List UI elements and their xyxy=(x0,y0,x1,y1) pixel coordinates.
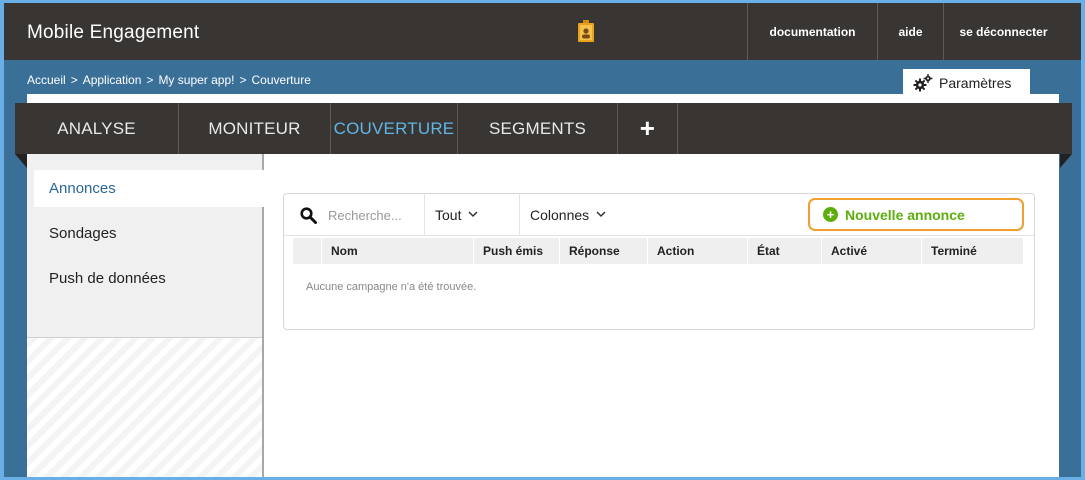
campaign-panel: Tout Colonnes + Nouvelle annonce xyxy=(283,193,1035,330)
table-header-cell[interactable]: Activé xyxy=(821,238,921,264)
gears-icon xyxy=(913,73,933,91)
chevron-down-icon xyxy=(596,211,606,218)
table-header-cell[interactable]: Nom xyxy=(321,238,473,264)
breadcrumb-app[interactable]: My super app! xyxy=(158,73,234,87)
new-announcement-button[interactable]: + Nouvelle annonce xyxy=(808,198,1024,231)
sidebar-menu: Annonces Sondages Push de données xyxy=(27,154,264,338)
documentation-link[interactable]: documentation xyxy=(747,3,877,60)
empty-table-message: Aucune campagne n'a été trouvée. xyxy=(306,281,477,293)
campaign-toolbar: Tout Colonnes + Nouvelle annonce xyxy=(284,194,1034,236)
main-nav: ANALYSE MONITEUR COUVERTURE SEGMENTS + xyxy=(15,103,1072,154)
sidebar-item-annonces[interactable]: Annonces xyxy=(34,170,264,207)
plus-circle-icon: + xyxy=(823,207,838,222)
settings-button[interactable]: Paramètres xyxy=(903,69,1030,96)
tab-analyse[interactable]: ANALYSE xyxy=(15,103,179,154)
chevron-down-icon xyxy=(468,211,478,218)
table-header-cell[interactable]: Push émis xyxy=(473,238,559,264)
sidebar: Annonces Sondages Push de données xyxy=(27,154,264,477)
app-title: Mobile Engagement xyxy=(27,22,200,43)
table-header-cell[interactable]: État xyxy=(747,238,821,264)
help-link[interactable]: aide xyxy=(877,3,943,60)
add-tab-button[interactable]: + xyxy=(618,103,678,154)
app-frame: Mobile Engagement documentation aide se … xyxy=(4,3,1081,477)
filter-value: Tout xyxy=(435,206,462,223)
nav-fold-right xyxy=(1060,154,1072,168)
settings-label: Paramètres xyxy=(939,74,1012,91)
columns-dropdown[interactable]: Colonnes xyxy=(520,194,630,235)
tab-segments[interactable]: SEGMENTS xyxy=(458,103,618,154)
nav-fold-left xyxy=(15,154,27,168)
table-header-cell[interactable]: Réponse xyxy=(559,238,647,264)
breadcrumb: Accueil > Application > My super app! > Couver… xyxy=(27,73,311,87)
search-box xyxy=(284,194,425,235)
table-header-cell[interactable]: Terminé xyxy=(921,238,1023,264)
top-header: Mobile Engagement documentation aide se … xyxy=(4,3,1081,60)
columns-label: Colonnes xyxy=(530,206,590,223)
table-header-select xyxy=(293,238,321,264)
sidebar-item-push-donnees[interactable]: Push de données xyxy=(27,260,262,297)
breadcrumb-home[interactable]: Accueil xyxy=(27,73,66,87)
tab-moniteur[interactable]: MONITEUR xyxy=(179,103,331,154)
breadcrumb-separator: > xyxy=(239,73,247,87)
sidebar-item-sondages[interactable]: Sondages xyxy=(27,215,262,252)
search-input[interactable] xyxy=(328,205,420,225)
filter-dropdown[interactable]: Tout xyxy=(425,194,520,235)
table-header: Nom Push émis Réponse Action État Activé… xyxy=(293,238,1023,264)
id-badge-icon xyxy=(577,20,595,42)
breadcrumb-separator: > xyxy=(146,73,154,87)
table-header-cell[interactable]: Action xyxy=(647,238,747,264)
breadcrumb-current: Couverture xyxy=(251,73,311,87)
new-announcement-label: Nouvelle annonce xyxy=(845,206,965,223)
breadcrumb-application[interactable]: Application xyxy=(83,73,142,87)
tab-couverture[interactable]: COUVERTURE xyxy=(331,103,458,154)
search-icon xyxy=(300,207,317,224)
content-area: Annonces Sondages Push de données Tout xyxy=(27,154,1059,477)
logout-link[interactable]: se déconnecter xyxy=(943,3,1063,60)
breadcrumb-separator: > xyxy=(70,73,78,87)
